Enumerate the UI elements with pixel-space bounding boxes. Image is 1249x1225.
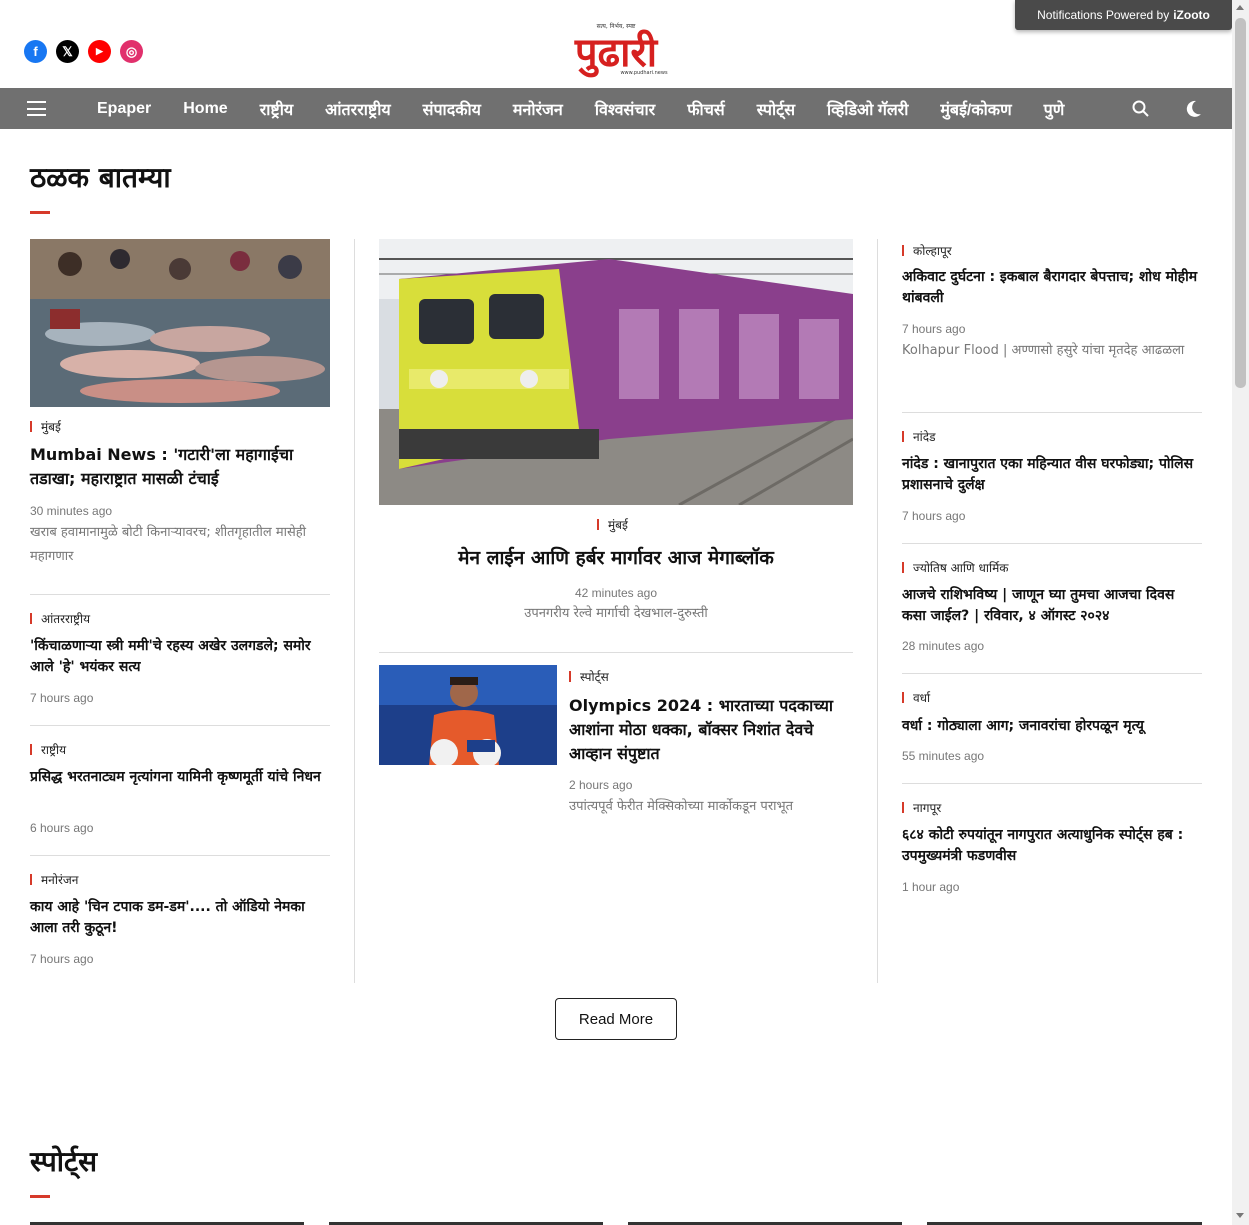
notification-banner[interactable]: Notifications Powered by iZooto bbox=[1015, 0, 1232, 30]
logo-url: www.pudhari.news bbox=[620, 70, 668, 76]
site-logo[interactable]: सत्य, निर्भय, स्पष्ट पुढारी www.pudhari.… bbox=[556, 20, 676, 78]
divider bbox=[30, 855, 330, 856]
nav-item-sports[interactable]: स्पोर्ट्स bbox=[757, 98, 795, 120]
menu-icon[interactable] bbox=[27, 101, 46, 116]
nav-links: Epaper Home राष्ट्रीय आंतरराष्ट्रीय संपा… bbox=[97, 88, 1107, 129]
article-summary: खराब हवामानामुळे बोटी किनाऱ्यावरच; शीतगृ… bbox=[30, 525, 307, 564]
article-image-boxer[interactable] bbox=[379, 665, 557, 765]
x-icon[interactable]: 𝕏 bbox=[56, 40, 79, 63]
divider bbox=[902, 543, 1202, 544]
article-headline[interactable]: प्रसिद्ध भरतनाट्यम नृत्यांगना यामिनी कृष… bbox=[30, 767, 330, 788]
instagram-icon[interactable]: ◎ bbox=[120, 40, 143, 63]
article-image-fish-market[interactable] bbox=[30, 239, 330, 407]
nav-item-mumbai-konkan[interactable]: मुंबई/कोकण bbox=[940, 98, 1011, 120]
divider bbox=[902, 412, 1202, 413]
logo-tagline: सत्य, निर्भय, स्पष्ट bbox=[597, 22, 636, 30]
nav-item-video-gallery[interactable]: व्हिडिओ गॅलरी bbox=[827, 98, 908, 120]
category-label[interactable]: मुंबई bbox=[597, 516, 628, 533]
article-summary: Kolhapur Flood | अण्णासो हसुरे यांचा मृत… bbox=[902, 343, 1185, 358]
notification-text: Notifications Powered by bbox=[1037, 8, 1170, 22]
featured-headline[interactable]: मेन लाईन आणि हर्बर मार्गावर आज मेगाब्लॉक bbox=[379, 543, 853, 573]
article-time: 7 hours ago bbox=[902, 509, 966, 523]
article-time: 55 minutes ago bbox=[902, 749, 985, 763]
article-headline[interactable]: नांदेड : खानापुरात एका महिन्यात वीस घरफो… bbox=[902, 454, 1202, 496]
logo-mark: सत्य, निर्भय, स्पष्ट पुढारी www.pudhari.… bbox=[574, 22, 668, 78]
nav-item-epaper[interactable]: Epaper bbox=[97, 100, 151, 118]
section-title-sports: स्पोर्ट्स bbox=[30, 1145, 98, 1178]
category-label[interactable]: वर्धा bbox=[902, 689, 930, 706]
article-headline[interactable]: आजचे राशिभविष्य | जाणून घ्या तुमचा आजचा … bbox=[902, 585, 1202, 627]
article-time: 2 hours ago bbox=[569, 778, 633, 792]
nav-item-features[interactable]: फीचर्स bbox=[687, 98, 724, 120]
category-label[interactable]: मुंबई bbox=[30, 418, 61, 435]
facebook-icon[interactable]: f bbox=[24, 40, 47, 63]
article-headline[interactable]: 'किंचाळणाऱ्या स्त्री ममी'चे रहस्य अखेर उ… bbox=[30, 636, 330, 678]
scroll-down-icon[interactable] bbox=[1236, 1213, 1244, 1218]
article-time: 42 minutes ago bbox=[574, 586, 658, 600]
nav-item-home[interactable]: Home bbox=[183, 100, 227, 118]
nav-item-editorial[interactable]: संपादकीय bbox=[423, 98, 481, 120]
nav-item-international[interactable]: आंतरराष्ट्रीय bbox=[325, 98, 390, 120]
nav-item-vishwasanchar[interactable]: विश्वसंचार bbox=[595, 98, 655, 120]
article-summary: उपनगरीय रेल्वे मार्गाची देखभाल-दुरुस्ती bbox=[524, 606, 708, 621]
article-time: 7 hours ago bbox=[30, 691, 94, 705]
social-links: f 𝕏 ▶ ◎ bbox=[24, 40, 143, 63]
article-time: 7 hours ago bbox=[30, 952, 94, 966]
article-time: 28 minutes ago bbox=[902, 639, 985, 653]
site-header: f 𝕏 ▶ ◎ सत्य, निर्भय, स्पष्ट पुढारी www.… bbox=[0, 0, 1232, 88]
article-headline[interactable]: ६८४ कोटी रुपयांतून नागपुरात अत्याधुनिक स… bbox=[902, 825, 1202, 867]
article-headline[interactable]: Mumbai News : 'गटारी'ला महागाईचा तडाखा; … bbox=[30, 443, 330, 491]
article-time: 30 minutes ago bbox=[30, 504, 113, 518]
article-image-local-train[interactable] bbox=[379, 239, 853, 505]
page-scrollbar[interactable] bbox=[1232, 0, 1249, 1225]
nav-item-entertainment[interactable]: मनोरंजन bbox=[513, 98, 563, 120]
divider bbox=[30, 594, 330, 595]
divider bbox=[30, 725, 330, 726]
section-title-top-news: ठळक बातम्या bbox=[30, 161, 171, 194]
nav-item-national[interactable]: राष्ट्रीय bbox=[260, 98, 293, 120]
dark-mode-icon[interactable] bbox=[1183, 99, 1203, 119]
notification-brand: iZooto bbox=[1173, 8, 1210, 22]
category-label[interactable]: ज्योतिष आणि धार्मिक bbox=[902, 559, 1008, 576]
category-label[interactable]: स्पोर्ट्स bbox=[569, 668, 609, 685]
category-label[interactable]: कोल्हापूर bbox=[902, 242, 952, 259]
section-accent bbox=[30, 1195, 50, 1198]
category-label[interactable]: नागपूर bbox=[902, 799, 941, 816]
section-accent bbox=[30, 211, 50, 214]
divider bbox=[902, 673, 1202, 674]
category-label[interactable]: नांदेड bbox=[902, 428, 936, 445]
article-summary: उपांत्यपूर्व फेरीत मेक्सिकोच्या मार्कोकड… bbox=[569, 799, 794, 814]
article-headline[interactable]: वर्धा : गोठ्याला आग; जनावरांचा होरपळून म… bbox=[902, 716, 1202, 737]
article-time: 1 hour ago bbox=[902, 880, 960, 894]
article-time: 6 hours ago bbox=[30, 821, 94, 835]
category-label[interactable]: मनोरंजन bbox=[30, 871, 78, 888]
column-divider bbox=[877, 239, 878, 983]
article-time: 7 hours ago bbox=[902, 322, 966, 336]
search-icon[interactable] bbox=[1131, 99, 1151, 119]
category-label[interactable]: आंतरराष्ट्रीय bbox=[30, 610, 90, 627]
read-more-button[interactable]: Read More bbox=[555, 998, 677, 1040]
article-headline[interactable]: अकिवाट दुर्घटना : इकबाल बैरागदार बेपत्ता… bbox=[902, 267, 1202, 309]
scroll-up-icon[interactable] bbox=[1236, 5, 1244, 10]
youtube-icon[interactable]: ▶ bbox=[88, 40, 111, 63]
divider bbox=[379, 652, 853, 653]
article-headline[interactable]: Olympics 2024 : भारताच्या पदकाच्या आशांन… bbox=[569, 694, 841, 766]
divider bbox=[902, 783, 1202, 784]
category-label[interactable]: राष्ट्रीय bbox=[30, 741, 66, 758]
main-nav: Epaper Home राष्ट्रीय आंतरराष्ट्रीय संपा… bbox=[0, 88, 1232, 129]
scrollbar-thumb[interactable] bbox=[1235, 18, 1246, 388]
article-headline[interactable]: काय आहे 'चिन टपाक डम-डम'.... तो ऑडियो ने… bbox=[30, 897, 330, 939]
nav-item-pune[interactable]: पुणे bbox=[1044, 98, 1065, 120]
column-divider bbox=[354, 239, 355, 983]
